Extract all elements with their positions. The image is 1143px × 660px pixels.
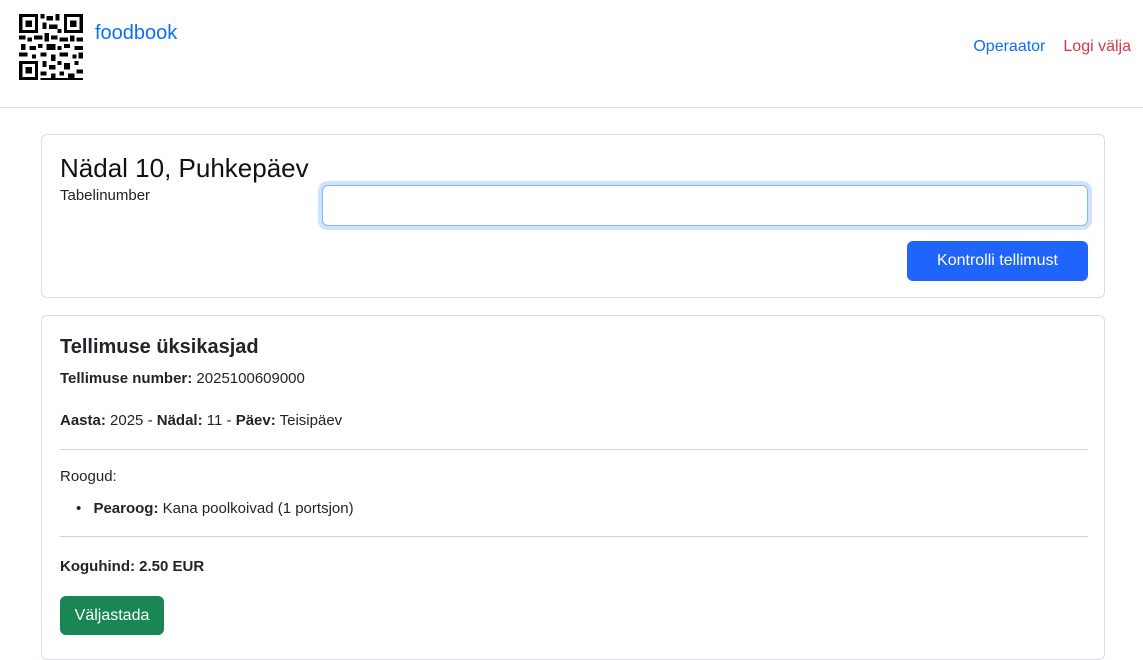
- list-item: Pearoog: Kana poolkoivad (1 portsjon): [76, 500, 354, 517]
- order-number-value: 2025100609000: [196, 370, 305, 387]
- tabel-number-label: Tabelinumber: [60, 187, 151, 204]
- nav-links: Operaator Logi välja: [973, 38, 1131, 56]
- total-price-label: Koguhind:: [60, 558, 135, 575]
- order-details-card: Tellimuse üksikasjad Tellimuse number: 2…: [41, 315, 1105, 660]
- total-price-row: Koguhind: 2.50 EUR: [60, 558, 204, 575]
- year-label: Aasta:: [60, 412, 106, 429]
- day-value: Teisipäev: [279, 412, 343, 429]
- dish-name: Kana poolkoivad (1 portsjon): [162, 500, 354, 517]
- divider: [60, 536, 1088, 537]
- logout-link[interactable]: Logi välja: [1063, 38, 1131, 56]
- page-title: Nädal 10, Puhkepäev: [60, 153, 309, 183]
- order-details-title: Tellimuse üksikasjad: [60, 336, 259, 358]
- order-lookup-card: Nädal 10, Puhkepäev Tabelinumber Kontrol…: [41, 134, 1105, 298]
- year-value: 2025: [110, 412, 144, 429]
- order-number-label: Tellimuse number:: [60, 370, 193, 387]
- order-date-row: Aasta: 2025 - Nädal: 11 - Päev: Teisipäe…: [60, 412, 343, 429]
- order-number-row: Tellimuse number: 2025100609000: [60, 370, 305, 387]
- total-price-value: 2.50 EUR: [139, 558, 205, 575]
- operator-link[interactable]: Operaator: [973, 38, 1045, 56]
- dishes-label: Roogud:: [60, 468, 117, 485]
- dish-list: Pearoog: Kana poolkoivad (1 portsjon): [76, 500, 354, 517]
- divider: [60, 449, 1088, 450]
- week-value: 11: [206, 412, 223, 429]
- navbar: foodbook Operaator Logi välja: [0, 0, 1143, 108]
- issue-order-button[interactable]: Väljastada: [60, 596, 164, 635]
- check-order-button[interactable]: Kontrolli tellimust: [907, 241, 1088, 281]
- dish-type-label: Pearoog:: [93, 500, 159, 517]
- brand-name: foodbook: [95, 21, 178, 44]
- week-label: Nädal:: [156, 412, 203, 429]
- tabel-number-input[interactable]: [322, 185, 1088, 226]
- brand-link[interactable]: foodbook: [19, 14, 177, 80]
- day-label: Päev:: [235, 412, 276, 429]
- qr-code-icon: [19, 14, 83, 80]
